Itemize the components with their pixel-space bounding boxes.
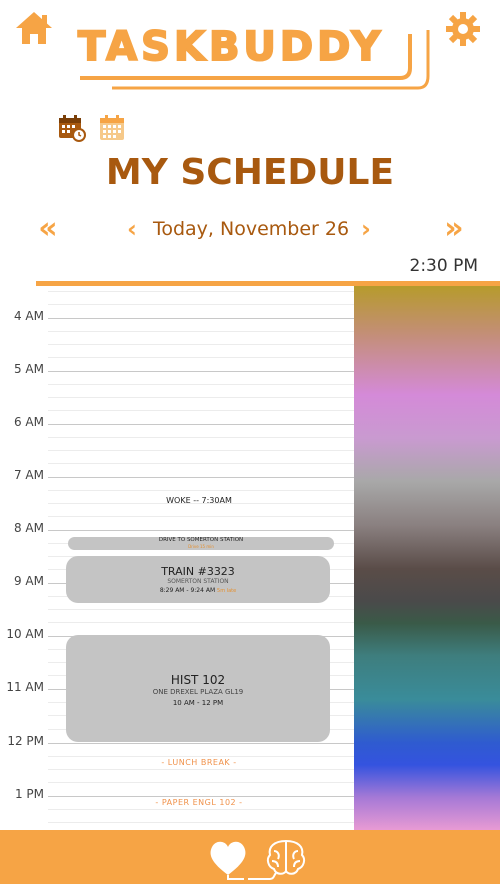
page-title: MY SCHEDULE: [105, 152, 395, 193]
wake-marker: WOKE -- 7:30AM: [166, 496, 232, 505]
grid-tick: [48, 822, 354, 823]
heart-icon[interactable]: [210, 841, 246, 880]
grid-tick: [48, 410, 354, 411]
hour-label: 10 AM: [6, 627, 44, 641]
hour-label: 1 PM: [14, 787, 44, 801]
event-title: HIST 102: [170, 673, 226, 687]
task-lunch-break[interactable]: - LUNCH BREAK -: [66, 758, 332, 767]
next-day-button[interactable]: ›: [354, 212, 378, 246]
event-title: TRAIN #3323: [161, 565, 235, 578]
grid-tick: [48, 782, 354, 783]
gear-icon[interactable]: [446, 12, 480, 46]
grid-tick: [48, 291, 354, 292]
hour-line: [48, 743, 354, 744]
event-time-row: 8:29 AM - 9:24 AM 5m late: [66, 586, 330, 596]
mood-color-strip: [354, 286, 500, 830]
event-note: 5m late: [217, 588, 237, 594]
event-title: DRIVE TO SOMERTON STATION: [158, 537, 244, 543]
hour-label: 9 AM: [13, 574, 44, 588]
app-logo: TASKBUDDY: [72, 14, 432, 94]
hour-line: [48, 371, 354, 372]
hour-label: 12 PM: [7, 734, 44, 748]
event-hist[interactable]: HIST 102 ONE DREXEL PLAZA GL19 10 AM - 1…: [66, 635, 330, 742]
grid-tick: [48, 437, 354, 438]
hour-label: 8 AM: [13, 521, 44, 535]
previous-week-button[interactable]: «: [32, 212, 64, 246]
hour-line: [48, 318, 354, 319]
grid-tick: [48, 331, 354, 332]
calendar-day-icon[interactable]: [58, 114, 86, 142]
home-icon[interactable]: [14, 10, 54, 46]
hour-label: 4 AM: [13, 309, 44, 323]
calendar-month-icon[interactable]: [98, 114, 126, 142]
hour-line: [48, 530, 354, 531]
hour-label: 5 AM: [13, 362, 44, 376]
event-subtitle: ONE DREXEL PLAZA GL19: [152, 688, 244, 696]
event-train[interactable]: TRAIN #3323 SOMERTON STATION 8:29 AM - 9…: [66, 556, 330, 603]
hour-label: 6 AM: [13, 415, 44, 429]
hour-label: 7 AM: [13, 468, 44, 482]
brain-icon[interactable]: [248, 839, 306, 880]
grid-tick: [48, 769, 354, 770]
footer-icons: [210, 839, 306, 880]
footer-bar: [0, 830, 500, 884]
event-subtitle: SOMERTON STATION: [167, 578, 229, 585]
grid-tick: [48, 357, 354, 358]
grid-tick: [48, 609, 354, 610]
event-drive[interactable]: DRIVE TO SOMERTON STATION Drive 15 min: [68, 537, 334, 550]
grid-tick: [48, 622, 354, 623]
grid-tick: [48, 809, 354, 810]
hour-label: 11 AM: [6, 680, 44, 694]
next-week-button[interactable]: »: [438, 212, 470, 246]
grid-tick: [48, 450, 354, 451]
hour-line: [48, 796, 354, 797]
hour-line: [48, 477, 354, 478]
grid-tick: [48, 463, 354, 464]
grid-tick: [48, 397, 354, 398]
grid-tick: [48, 516, 354, 517]
previous-day-button[interactable]: ‹: [120, 212, 144, 246]
event-time: 8:29 AM - 9:24 AM: [159, 587, 216, 594]
grid-tick: [48, 304, 354, 305]
task-paper-engl[interactable]: - PAPER ENGL 102 -: [66, 798, 332, 807]
logo-underline: [80, 30, 430, 90]
grid-tick: [48, 344, 354, 345]
grid-tick: [48, 756, 354, 757]
current-time: 2:30 PM: [409, 256, 479, 276]
event-time: 10 AM - 12 PM: [172, 699, 224, 707]
grid-tick: [48, 490, 354, 491]
current-date-label: Today, November 26: [152, 218, 350, 240]
event-subtitle: Drive 15 min: [188, 544, 214, 549]
grid-tick: [48, 384, 354, 385]
hour-line: [48, 424, 354, 425]
